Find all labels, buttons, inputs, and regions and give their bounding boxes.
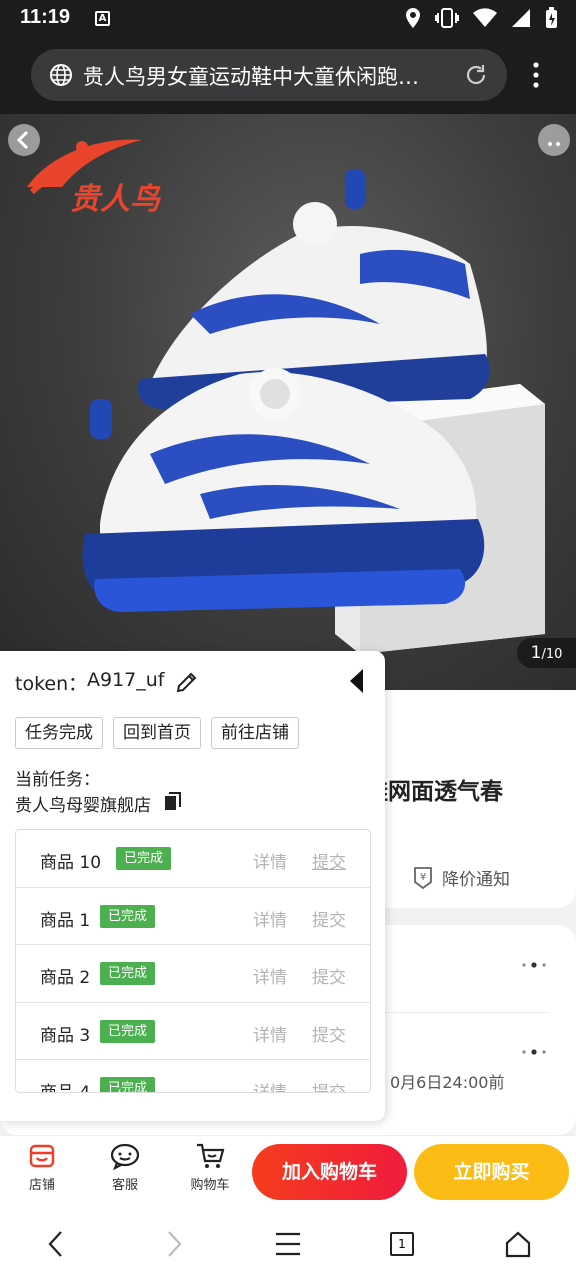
image-total: /10 — [541, 647, 563, 662]
task-name: 商品 10 — [40, 853, 102, 873]
price-tag-icon: ¥ — [414, 866, 432, 889]
detail-link[interactable]: 详情 — [253, 906, 287, 931]
task-row: 商品 10 已完成 详情 提交 — [16, 830, 370, 888]
token-value: A917_uf — [87, 669, 165, 691]
browser-navigation-bar: 1 — [0, 1207, 576, 1280]
notification-a-icon: A — [95, 11, 110, 26]
task-name: 商品 2 — [40, 968, 91, 988]
more-dots-icon[interactable] — [520, 1047, 550, 1057]
brand-logo-text: 贵人鸟 — [70, 182, 160, 217]
bottom-action-bar: 店铺 客服 购物车 加入购物车 立即购买 — [0, 1135, 576, 1207]
more-dots-icon[interactable] — [520, 960, 550, 970]
price-notify-label: 降价通知 — [442, 870, 510, 890]
detail-link[interactable]: 详情 — [253, 1021, 287, 1046]
page: 11:19 A 贵人鸟男女童运动鞋中大童休闲跑… 贵人鸟 1/10 ¥ 降价通知… — [0, 0, 576, 1280]
task-panel: token： A917_uf 任务完成 回到首页 前往店铺 当前任务： 贵人鸟母… — [0, 651, 385, 1121]
submit-link[interactable]: 提交 — [312, 848, 346, 873]
cart-label: 购物车 — [190, 1178, 230, 1193]
battery-icon — [546, 7, 557, 28]
detail-link[interactable]: 详情 — [253, 963, 287, 988]
token-label: token： — [15, 673, 88, 695]
svg-text:¥: ¥ — [420, 872, 426, 883]
tabs-button[interactable]: 1 — [390, 1232, 414, 1256]
detail-link[interactable]: 详情 — [253, 848, 287, 873]
buy-now-button[interactable]: 立即购买 — [414, 1144, 569, 1200]
wifi-icon — [473, 8, 497, 27]
submit-link[interactable]: 提交 — [312, 1021, 346, 1046]
task-complete-button[interactable]: 任务完成 — [15, 717, 103, 749]
task-name: 商品 1 — [40, 910, 91, 931]
dots-icon — [548, 142, 560, 146]
image-back-button[interactable] — [8, 124, 40, 156]
customer-service-button[interactable]: 客服 — [95, 1142, 155, 1193]
task-row: 商品 2 已完成 详情 提交 — [16, 945, 370, 1003]
status-time: 11:19 — [20, 6, 71, 28]
add-to-cart-button[interactable]: 加入购物车 — [252, 1144, 407, 1200]
status-bar: 11:19 A — [0, 0, 576, 38]
task-row: 商品 4 已完成 详情 提交 — [16, 1060, 370, 1093]
submit-link[interactable]: 提交 — [312, 1078, 346, 1092]
shop-icon — [29, 1144, 55, 1168]
status-badge: 已完成 — [100, 962, 156, 985]
task-name: 商品 4 — [40, 1083, 91, 1093]
current-task-label: 当前任务： — [15, 770, 100, 790]
shop-button[interactable]: 店铺 — [12, 1142, 72, 1193]
menu-lines-icon[interactable] — [274, 1229, 302, 1259]
edit-icon[interactable] — [175, 670, 199, 694]
globe-icon — [50, 64, 72, 86]
price-notify-button[interactable]: ¥ 降价通知 — [412, 865, 510, 890]
cart-icon — [197, 1143, 225, 1168]
reload-icon[interactable] — [463, 62, 489, 88]
product-image[interactable]: 贵人鸟 1/10 — [0, 114, 576, 690]
status-badge: 已完成 — [100, 1077, 156, 1092]
forward-icon[interactable] — [162, 1229, 186, 1259]
task-list: 商品 10 已完成 详情 提交 商品 1 已完成 详情 提交 商品 2 已完成 … — [15, 829, 371, 1093]
task-row: 商品 1 已完成 详情 提交 — [16, 888, 370, 945]
chevron-left-icon — [16, 130, 29, 150]
status-icons — [405, 7, 558, 29]
status-badge: 已完成 — [100, 1019, 156, 1043]
vibrate-icon — [435, 8, 459, 28]
detail-link[interactable]: 详情 — [253, 1078, 287, 1092]
collapse-left-icon[interactable] — [347, 667, 367, 695]
browser-toolbar: 贵人鸟男女童运动鞋中大童休闲跑… — [0, 38, 576, 114]
back-home-button[interactable]: 回到首页 — [113, 717, 201, 749]
address-bar[interactable]: 贵人鸟男女童运动鞋中大童休闲跑… — [31, 49, 507, 101]
image-counter: 1/10 — [517, 638, 576, 668]
back-icon[interactable] — [44, 1229, 68, 1259]
more-vert-icon[interactable] — [526, 62, 546, 88]
panel-button-row: 任务完成 回到首页 前往店铺 — [15, 717, 299, 749]
task-name: 商品 3 — [40, 1025, 91, 1046]
customer-service-label: 客服 — [111, 1178, 138, 1193]
go-to-shop-button[interactable]: 前往店铺 — [211, 717, 299, 749]
shop-label: 店铺 — [28, 1178, 55, 1193]
submit-link[interactable]: 提交 — [312, 906, 346, 931]
page-title: 贵人鸟男女童运动鞋中大童休闲跑… — [83, 65, 419, 89]
image-current: 1 — [530, 643, 542, 663]
chat-smile-icon — [110, 1143, 140, 1170]
home-icon[interactable] — [504, 1229, 532, 1259]
location-icon — [406, 8, 420, 28]
status-badge: 已完成 — [116, 847, 172, 870]
current-task-value: 贵人鸟母婴旗舰店 — [15, 796, 151, 816]
submit-link[interactable]: 提交 — [312, 963, 346, 988]
signal-icon — [512, 9, 530, 27]
copy-icon[interactable] — [164, 792, 182, 812]
deadline-text: 0月6日24:00前 — [390, 1073, 505, 1092]
cart-button[interactable]: 购物车 — [180, 1142, 240, 1193]
task-row: 商品 3 已完成 详情 提交 — [16, 1003, 370, 1060]
image-more-button[interactable] — [538, 124, 570, 156]
status-badge: 已完成 — [100, 904, 156, 928]
